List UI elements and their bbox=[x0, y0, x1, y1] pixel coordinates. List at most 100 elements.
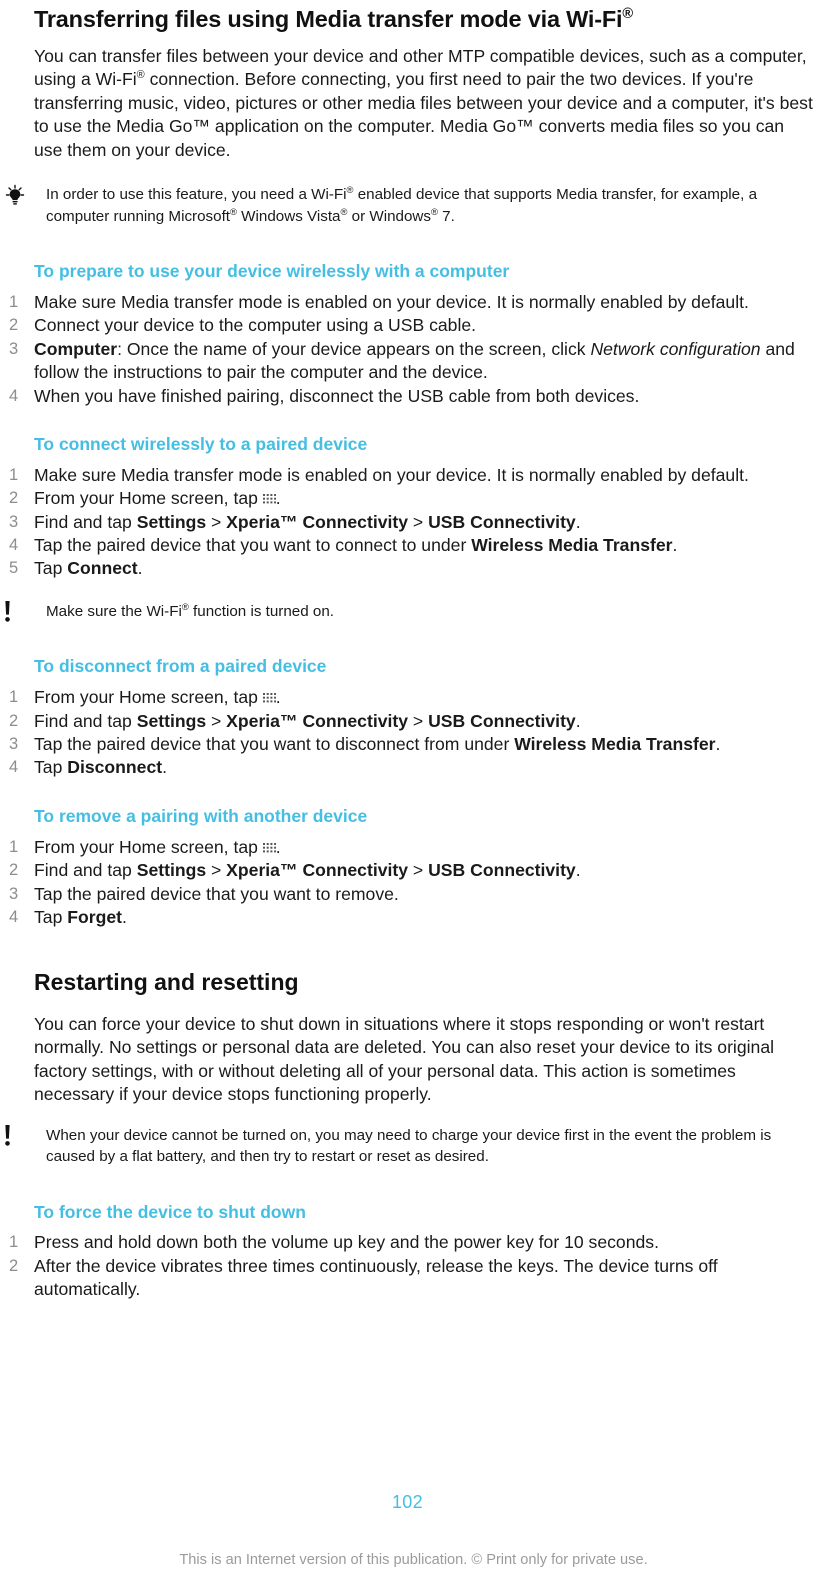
warning-text-1: Make sure the Wi-Fi bbox=[46, 602, 182, 620]
list-item: Tap Disconnect. bbox=[0, 756, 827, 780]
tip-text-5: 7. bbox=[437, 207, 455, 225]
restart-paragraph: You can force your device to shut down i… bbox=[34, 1013, 775, 1105]
exclamation-icon bbox=[4, 600, 11, 626]
list-item: Tap Connect. bbox=[0, 557, 827, 581]
list-item: Find and tap Settings > Xperia™ Connecti… bbox=[0, 859, 827, 883]
list-item: From your Home screen, tap . bbox=[0, 487, 827, 511]
registered-mark: ® bbox=[230, 205, 237, 217]
app-drawer-icon bbox=[262, 693, 276, 704]
step-text-b: . bbox=[275, 687, 281, 708]
step-text-a: From your Home screen, tap bbox=[34, 836, 263, 857]
label-wireless-media-transfer: Wireless Media Transfer bbox=[514, 734, 716, 755]
menu-path-xperia-connectivity: Xperia™ Connectivity bbox=[226, 860, 409, 881]
list-item: Press and hold down both the volume up k… bbox=[9, 1231, 659, 1255]
list-item: After the device vibrates three times co… bbox=[9, 1255, 718, 1300]
heading-force-shutdown: To force the device to shut down bbox=[34, 1201, 306, 1222]
document-page: Transferring files using Media transfer … bbox=[0, 0, 827, 1587]
page-number: 102 bbox=[392, 1492, 423, 1512]
menu-path-usb-connectivity: USB Connectivity bbox=[428, 511, 576, 532]
step-text-b: . bbox=[275, 488, 281, 509]
steps-disconnect: From your Home screen, tap . Find and ta… bbox=[0, 686, 827, 780]
tip-text-3: Windows Vista bbox=[236, 207, 341, 225]
menu-path-xperia-connectivity: Xperia™ Connectivity bbox=[226, 511, 409, 532]
menu-separator: > bbox=[206, 511, 227, 532]
step-bold-lead: Computer bbox=[34, 338, 118, 359]
menu-path-settings: Settings bbox=[136, 710, 207, 731]
step-text-a: Tap the paired device that you want to d… bbox=[34, 734, 515, 755]
heading-disconnect: To disconnect from a paired device bbox=[34, 656, 327, 677]
list-item: When you have finished pairing, disconne… bbox=[9, 385, 640, 409]
intro-paragraph: You can transfer files between your devi… bbox=[0, 45, 827, 162]
page-title: Transferring files using Media transfer … bbox=[0, 0, 827, 33]
lightbulb-icon-slot bbox=[4, 184, 34, 211]
intro-text-part2: connection. Before connecting, you first… bbox=[34, 69, 813, 160]
step-text-b: . bbox=[275, 836, 281, 857]
tip-text-4: or Windows bbox=[347, 207, 431, 225]
button-disconnect: Disconnect bbox=[67, 757, 163, 778]
menu-path-settings: Settings bbox=[136, 860, 207, 881]
menu-path-usb-connectivity: USB Connectivity bbox=[428, 860, 576, 881]
heading-restarting-resetting: Restarting and resetting bbox=[34, 969, 299, 996]
heading-connect: To connect wirelessly to a paired device bbox=[34, 433, 368, 454]
registered-mark: ® bbox=[136, 69, 145, 82]
registered-mark: ® bbox=[431, 205, 438, 217]
footer-disclaimer: This is an Internet version of this publ… bbox=[179, 1552, 648, 1568]
warning-note-text: When your device cannot be turned on, yo… bbox=[46, 1126, 772, 1166]
menu-path-settings: Settings bbox=[136, 511, 207, 532]
exclamation-icon-slot bbox=[4, 600, 34, 627]
registered-mark: ® bbox=[181, 600, 189, 612]
list-item: Computer: Once the name of your device a… bbox=[0, 338, 827, 385]
registered-mark: ® bbox=[622, 6, 633, 23]
steps-prepare: Make sure Media transfer mode is enabled… bbox=[0, 291, 827, 408]
button-forget: Forget bbox=[67, 906, 122, 927]
step-text-end: . bbox=[137, 558, 143, 579]
step-text-a: Find and tap bbox=[34, 860, 137, 881]
list-item: Make sure Media transfer mode is enabled… bbox=[9, 291, 749, 315]
menu-path-xperia-connectivity: Xperia™ Connectivity bbox=[226, 710, 409, 731]
list-item: From your Home screen, tap . bbox=[0, 686, 827, 710]
menu-separator: > bbox=[408, 710, 429, 731]
tip-note-text: In order to use this feature, you need a… bbox=[46, 184, 815, 227]
list-item: From your Home screen, tap . bbox=[0, 836, 827, 860]
step-text-a: From your Home screen, tap bbox=[34, 488, 263, 509]
list-item: Connect your device to the computer usin… bbox=[9, 314, 477, 338]
button-connect: Connect bbox=[67, 558, 138, 579]
steps-force-shutdown: Press and hold down both the volume up k… bbox=[0, 1231, 827, 1301]
list-item: Make sure Media transfer mode is enabled… bbox=[9, 464, 749, 488]
steps-remove-pairing: From your Home screen, tap . Find and ta… bbox=[0, 836, 827, 930]
menu-separator: > bbox=[206, 710, 227, 731]
step-text-a: From your Home screen, tap bbox=[34, 687, 263, 708]
step-text-end: . bbox=[162, 757, 167, 778]
page-title-text: Transferring files using Media transfer … bbox=[34, 6, 623, 32]
step-text-a: Tap bbox=[34, 906, 68, 927]
warning-note-text: Make sure the Wi-Fi® function is turned … bbox=[46, 601, 815, 623]
list-item: Find and tap Settings > Xperia™ Connecti… bbox=[0, 710, 827, 734]
lightbulb-icon bbox=[4, 184, 30, 206]
app-drawer-icon bbox=[262, 494, 276, 505]
step-text-a: Tap bbox=[34, 558, 68, 579]
menu-path-usb-connectivity: USB Connectivity bbox=[428, 710, 576, 731]
step-text-a: Tap bbox=[34, 757, 68, 778]
list-item: Find and tap Settings > Xperia™ Connecti… bbox=[0, 511, 827, 535]
step-text-a: Tap the paired device that you want to c… bbox=[34, 535, 472, 556]
step-text-a: : Once the name of your device appears o… bbox=[117, 338, 591, 359]
step-text-end: . bbox=[122, 906, 127, 927]
step-text-end: . bbox=[575, 860, 581, 881]
step-text-a: Find and tap bbox=[34, 511, 137, 532]
step-text-end: . bbox=[575, 511, 581, 532]
menu-separator: > bbox=[408, 511, 429, 532]
steps-connect: Make sure Media transfer mode is enabled… bbox=[0, 464, 827, 581]
heading-prepare: To prepare to use your device wirelessly… bbox=[34, 261, 510, 282]
app-drawer-icon bbox=[262, 842, 276, 854]
step-text-end: . bbox=[715, 734, 721, 755]
step-text-end: . bbox=[672, 535, 678, 556]
list-item: Tap the paired device that you want to d… bbox=[0, 733, 827, 757]
label-wireless-media-transfer: Wireless Media Transfer bbox=[471, 535, 673, 556]
exclamation-icon bbox=[4, 1124, 11, 1150]
step-text-end: . bbox=[575, 710, 581, 731]
warning-text-2: function is turned on. bbox=[188, 602, 335, 620]
exclamation-icon-slot bbox=[4, 1124, 34, 1151]
menu-separator: > bbox=[206, 860, 227, 881]
tip-note: In order to use this feature, you need a… bbox=[0, 184, 827, 227]
warning-note-battery: When your device cannot be turned on, yo… bbox=[0, 1124, 827, 1168]
